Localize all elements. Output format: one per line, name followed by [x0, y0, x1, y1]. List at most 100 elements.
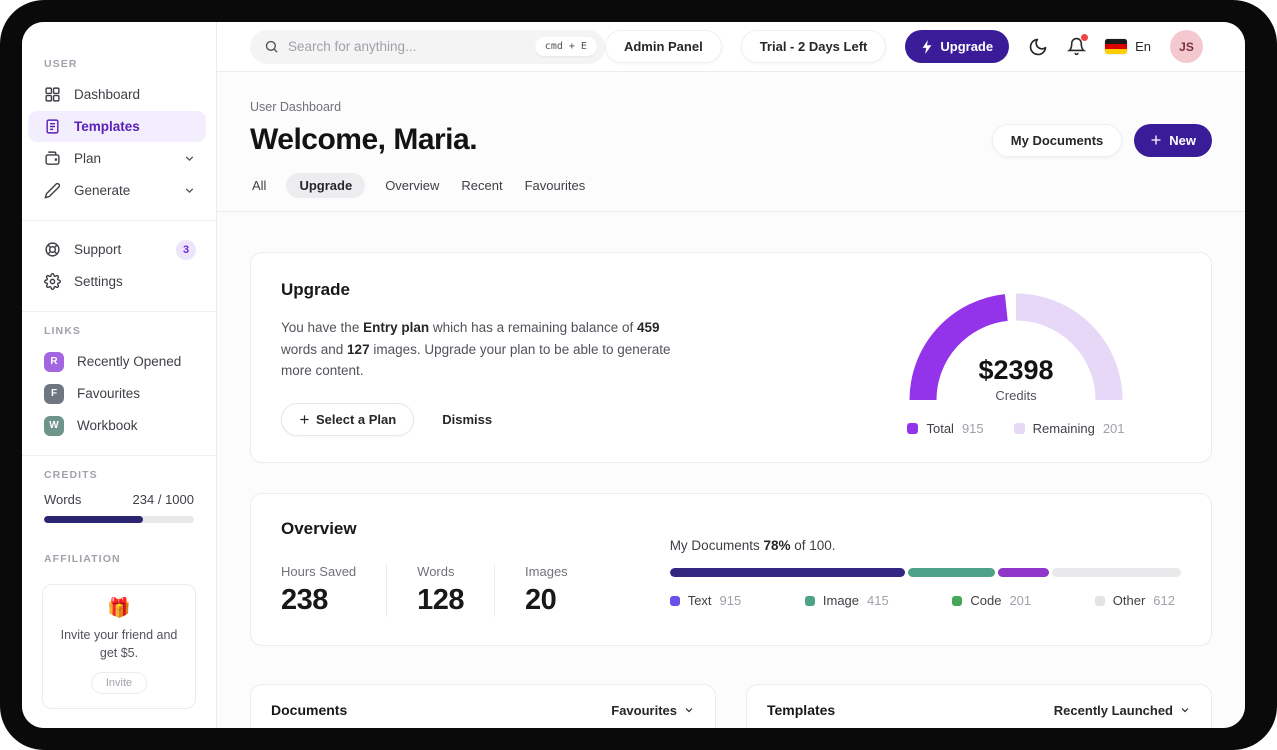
gauge-center-value: $2398 [978, 355, 1053, 385]
trial-badge[interactable]: Trial - 2 Days Left [740, 30, 887, 63]
invite-button[interactable]: Invite [90, 672, 148, 695]
wallet-icon [45, 151, 60, 165]
stat-hours-saved: Hours Saved 238 [281, 564, 388, 617]
sidebar-section-user: USER [44, 58, 78, 70]
bolt-icon [922, 39, 932, 54]
sidebar-item-plan[interactable]: Plan [28, 143, 206, 174]
overview-card-title: Overview [281, 519, 357, 538]
affiliation-text: Invite your friend and get $5. [60, 628, 178, 661]
affiliation-card: 🎁 Invite your friend and get $5. Invite [42, 584, 196, 710]
lifebuoy-icon [45, 242, 60, 257]
sidebar-item-settings[interactable]: Settings [28, 266, 206, 297]
stat-images: Images 20 [525, 564, 568, 616]
language-label[interactable]: En [1135, 39, 1151, 54]
legend-code: Code 201 [952, 593, 1031, 608]
page-title: Welcome, Maria. [250, 123, 478, 156]
admin-panel-button[interactable]: Admin Panel [604, 30, 722, 63]
sidebar-item-support[interactable]: Support 3 [28, 234, 206, 265]
sidebar-item-label: Templates [74, 119, 140, 134]
dark-mode-toggle[interactable] [1028, 37, 1048, 57]
bar-segment-other [1051, 568, 1181, 577]
sidebar-link-workbook[interactable]: W Workbook [28, 410, 206, 441]
new-button[interactable]: New [1134, 123, 1212, 157]
overview-card: Overview Hours Saved 238 Words 128 Image… [250, 493, 1212, 646]
sidebar-divider [22, 220, 216, 221]
tab-favourites[interactable]: Favourites [523, 173, 588, 198]
tab-bar: All Upgrade Overview Recent Favourites [217, 173, 1245, 212]
sidebar-link-recently-opened[interactable]: R Recently Opened [28, 346, 206, 377]
sidebar-item-generate[interactable]: Generate [28, 175, 206, 206]
documents-card-title: Documents [271, 702, 348, 718]
legend-swatch [907, 423, 919, 434]
search-icon [265, 40, 278, 53]
bar-segment-code [997, 568, 1049, 577]
gift-icon: 🎁 [107, 598, 131, 619]
sidebar-divider [22, 455, 216, 456]
sidebar-item-templates[interactable]: Templates [28, 111, 206, 142]
gauge-legend-remaining: Remaining 201 [1013, 421, 1125, 436]
plus-icon [300, 415, 309, 424]
legend-swatch [669, 595, 680, 606]
tab-overview[interactable]: Overview [383, 173, 441, 198]
legend-swatch [1094, 595, 1105, 606]
chevron-down-icon [185, 188, 194, 194]
upgrade-card: Upgrade You have the Entry plan which ha… [250, 252, 1212, 463]
chevron-down-icon [1181, 708, 1189, 713]
upgrade-button[interactable]: Upgrade [905, 30, 1010, 63]
legend-swatch [1013, 423, 1025, 434]
tab-recent[interactable]: Recent [459, 173, 504, 198]
my-documents-button[interactable]: My Documents [991, 123, 1123, 157]
sidebar-link-favourites[interactable]: F Favourites [28, 378, 206, 409]
sidebar-section-links: LINKS [44, 325, 81, 337]
chevron-down-icon [185, 156, 194, 162]
notification-dot [1081, 34, 1089, 41]
tab-upgrade[interactable]: Upgrade [286, 173, 366, 198]
legend-swatch [804, 595, 815, 606]
new-button-label: New [1169, 132, 1196, 148]
gauge-arc-remaining [1015, 293, 1123, 401]
moon-icon [1029, 38, 1047, 55]
gauge-legend-total: Total 915 [907, 421, 984, 436]
sidebar-section-affiliation: AFFILIATION [44, 553, 121, 565]
bar-segment-image [907, 568, 995, 577]
grid-icon [45, 87, 60, 102]
bar-segment-text [669, 568, 905, 577]
sidebar-section-credits: CREDITS [44, 469, 98, 481]
select-plan-button[interactable]: Select a Plan [281, 402, 415, 436]
templates-card: Templates Recently Launched Blog Post Ti… [746, 684, 1212, 728]
sidebar-link-label: Recently Opened [77, 354, 182, 369]
stacked-progress-bar [669, 568, 1181, 577]
sidebar-link-label: Favourites [77, 386, 141, 401]
avatar[interactable]: JS [1170, 30, 1203, 63]
notifications-button[interactable] [1067, 34, 1089, 56]
sidebar-item-label: Settings [74, 274, 123, 289]
templates-filter-dropdown[interactable]: Recently Launched [1054, 703, 1191, 718]
credits-progress-track [44, 516, 194, 523]
german-flag-icon[interactable] [1105, 39, 1128, 54]
credits-value: 234 / 1000 [132, 492, 194, 507]
sidebar-item-dashboard[interactable]: Dashboard [28, 79, 206, 110]
sidebar-item-label: Generate [74, 183, 131, 198]
documents-filter-dropdown[interactable]: Favourites [611, 703, 695, 718]
legend-other: Other 612 [1094, 593, 1175, 608]
chevron-down-icon [685, 708, 693, 713]
sidebar: USER Dashboard Templates Plan Generate S… [22, 22, 217, 728]
upgrade-card-body: You have the Entry plan which has a rema… [281, 320, 671, 379]
sidebar-item-label: Support [74, 242, 122, 257]
tab-all[interactable]: All [250, 173, 268, 198]
letter-badge-r: R [44, 351, 64, 372]
letter-badge-w: W [44, 415, 64, 436]
app-window: USER Dashboard Templates Plan Generate S… [22, 22, 1245, 728]
documents-progress-text: My Documents 78% of 100. [669, 538, 836, 553]
sidebar-item-label: Plan [74, 151, 102, 166]
plus-icon [1151, 135, 1161, 145]
upgrade-card-title: Upgrade [281, 280, 350, 299]
pencil-icon [44, 182, 61, 199]
search-bar[interactable]: cmd + E [250, 29, 605, 64]
upgrade-button-label: Upgrade [940, 39, 994, 54]
gauge-center-caption: Credits [995, 388, 1037, 403]
search-input[interactable] [288, 39, 526, 54]
dismiss-button[interactable]: Dismiss [428, 404, 506, 435]
gauge-arc-total [909, 294, 1009, 401]
select-plan-label: Select a Plan [316, 411, 397, 427]
